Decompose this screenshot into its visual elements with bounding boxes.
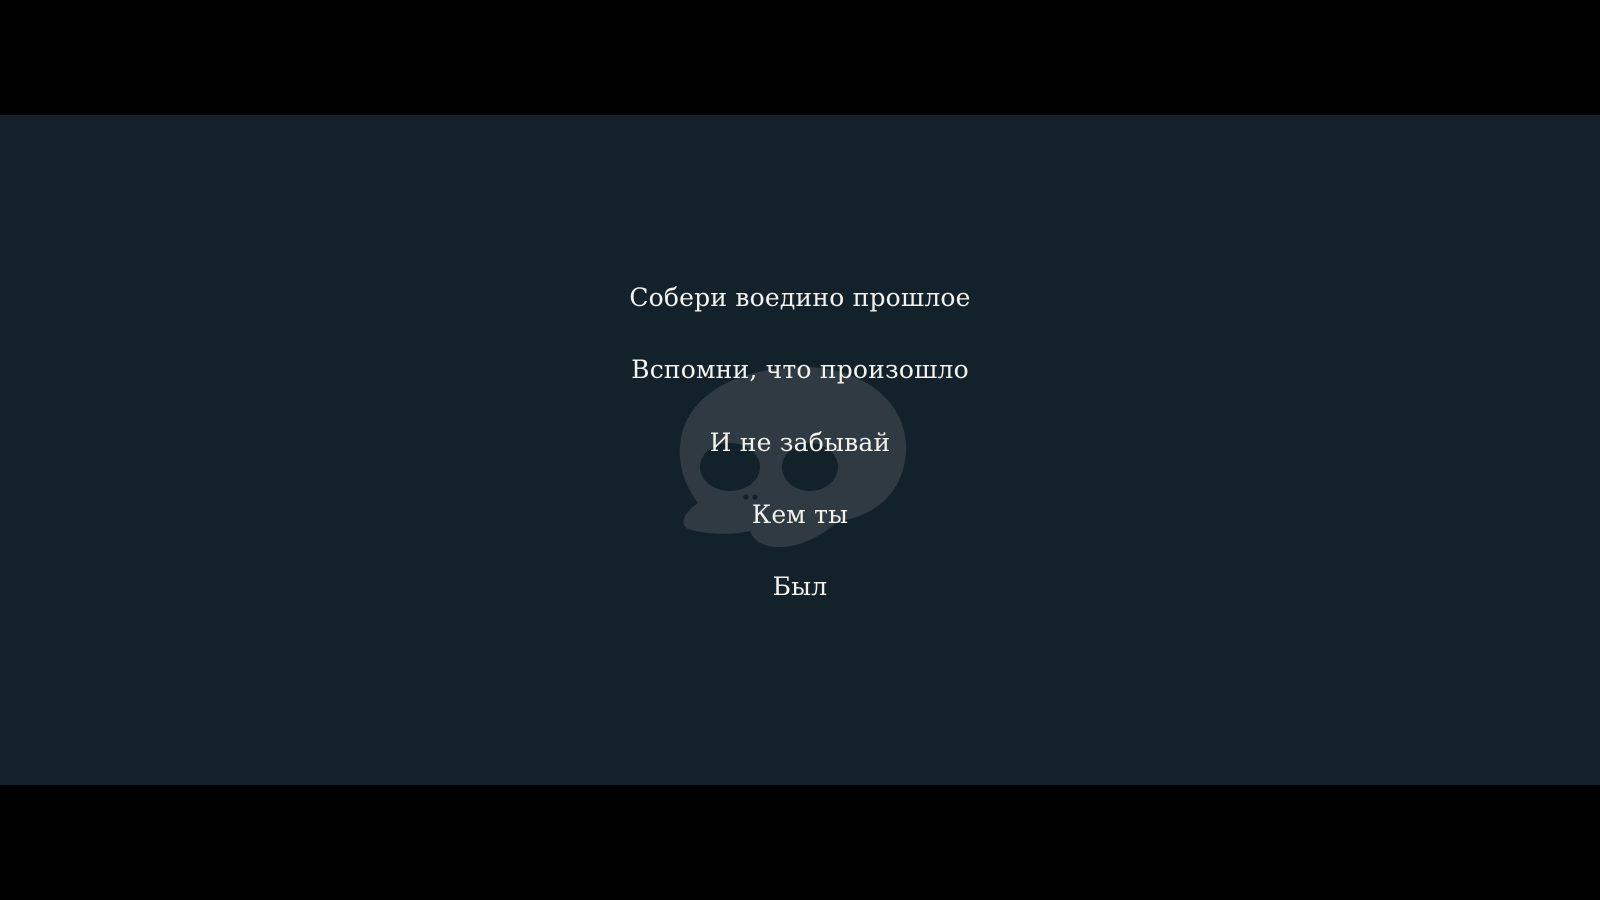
intro-scene: Собери воедино прошлое Вспомни, что прои… bbox=[0, 115, 1600, 785]
intro-line-1: Собери воедино прошлое bbox=[629, 283, 971, 312]
letterbox-top bbox=[0, 0, 1600, 115]
letterbox-bottom bbox=[0, 785, 1600, 900]
game-screen: Собери воедино прошлое Вспомни, что прои… bbox=[0, 0, 1600, 900]
intro-text: Собери воедино прошлое Вспомни, что прои… bbox=[0, 115, 1600, 785]
intro-line-4: Кем ты bbox=[751, 500, 849, 529]
intro-line-2: Вспомни, что произошло bbox=[631, 355, 969, 384]
intro-line-5: Был bbox=[772, 572, 828, 601]
intro-line-3: И не забывай bbox=[709, 428, 891, 457]
